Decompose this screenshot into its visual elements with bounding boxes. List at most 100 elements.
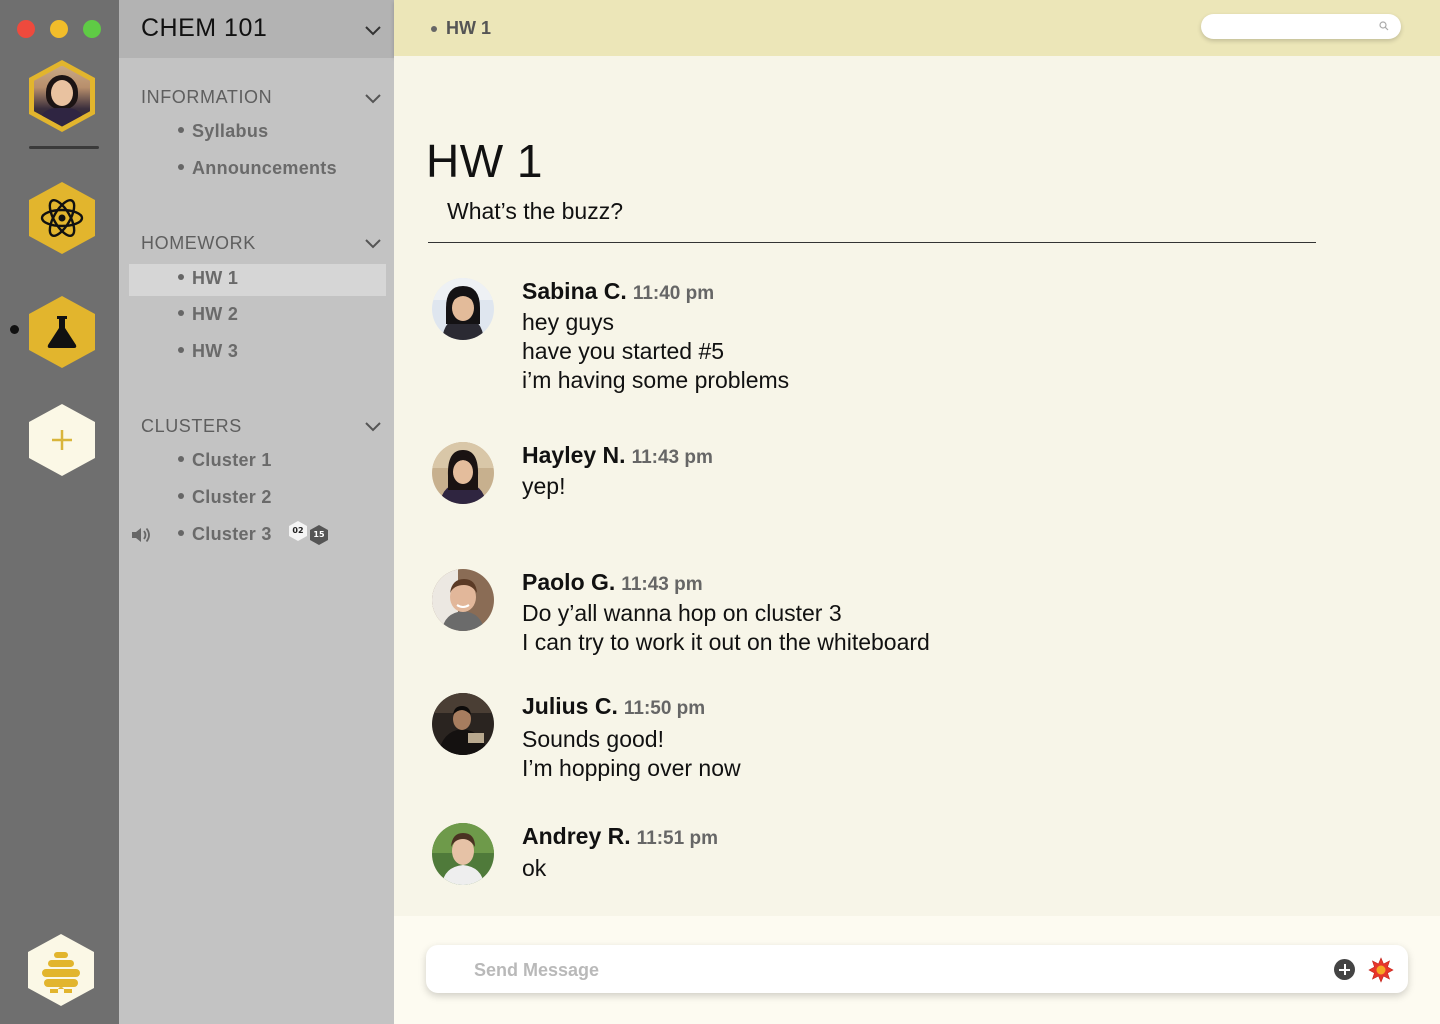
message-composer[interactable] <box>426 945 1408 993</box>
sidebar-item-syllabus[interactable]: Syllabus <box>129 117 386 149</box>
message-line: have you started #5 <box>522 338 725 364</box>
avatar[interactable] <box>432 693 494 755</box>
bullet-icon <box>178 347 184 353</box>
chemistry-course-button[interactable] <box>29 296 95 368</box>
message-line: Do y’all wanna hop on cluster 3 <box>522 600 842 626</box>
bullet-icon <box>178 127 184 133</box>
add-attachment-icon[interactable] <box>1334 959 1355 980</box>
window-close-button[interactable] <box>17 20 35 38</box>
atom-icon <box>40 199 84 237</box>
sidebar-item-hw1[interactable]: HW 1 <box>129 264 386 296</box>
message-input[interactable] <box>472 955 1296 985</box>
message-author: Julius C. 11:50 pm <box>522 693 705 720</box>
message-line: hey guys <box>522 309 615 335</box>
bullet-icon <box>178 310 184 316</box>
message-author: Sabina C. 11:40 pm <box>522 278 714 305</box>
sidebar-item-cluster3[interactable]: Cluster 3 02 15 <box>129 520 386 552</box>
hive-home-button[interactable] <box>28 934 94 1006</box>
plus-icon <box>52 430 72 450</box>
message-timestamp: 11:43 pm <box>631 447 713 468</box>
message-body: ok <box>522 854 546 883</box>
sidebar-item-label: HW 1 <box>192 268 239 288</box>
message-author: Hayley N. 11:43 pm <box>522 442 713 469</box>
flask-icon <box>47 316 77 348</box>
avatar[interactable] <box>432 442 494 504</box>
message-timestamp: 11:40 pm <box>632 283 715 304</box>
message-author: Paolo G. 11:43 pm <box>522 569 703 596</box>
bullet-icon <box>178 274 184 280</box>
chevron-down-icon[interactable] <box>364 238 382 250</box>
message-line: I’m hopping over now <box>522 755 741 781</box>
server-rail <box>0 0 119 1024</box>
divider <box>428 242 1316 243</box>
message-body: Sounds good! I’m hopping over now <box>522 725 741 783</box>
chevron-down-icon[interactable] <box>364 25 382 37</box>
message-line: i’m having some problems <box>522 367 790 393</box>
course-title: CHEM 101 <box>141 14 268 42</box>
sidebar-item-label: Announcements <box>192 158 337 178</box>
message-author: Andrey R. 11:51 pm <box>522 823 718 850</box>
chevron-down-icon[interactable] <box>364 421 382 433</box>
search-icon <box>1379 21 1389 31</box>
sidebar-item-cluster2[interactable]: Cluster 2 <box>129 483 386 515</box>
member-count-badge: 15 <box>310 525 328 545</box>
chevron-down-icon[interactable] <box>364 93 382 105</box>
avatar[interactable] <box>432 278 494 340</box>
sidebar-item-label: Cluster 2 <box>192 487 272 507</box>
beehive-icon <box>42 952 80 993</box>
breadcrumb: HW 1 <box>446 18 491 38</box>
course-header[interactable]: CHEM 101 <box>119 0 394 58</box>
avatar[interactable] <box>432 569 494 631</box>
message-body: yep! <box>522 472 565 501</box>
author-name: Julius C. <box>522 693 618 719</box>
member-count-badge: 02 <box>289 521 307 541</box>
bullet-icon <box>178 530 184 536</box>
physics-course-button[interactable] <box>29 182 95 254</box>
user-avatar-icon <box>34 65 90 127</box>
sidebar-item-label: Syllabus <box>192 121 269 141</box>
author-name: Hayley N. <box>522 442 626 468</box>
bullet-icon <box>178 493 184 499</box>
author-name: Paolo G. <box>522 569 616 595</box>
top-bar: HW 1 <box>394 0 1440 56</box>
channel-sidebar: CHEM 101 INFORMATION Syllabus Announceme… <box>119 0 394 1024</box>
sidebar-item-label: Cluster 3 <box>192 524 272 544</box>
message-timestamp: 11:43 pm <box>621 574 703 595</box>
bullet-icon <box>178 456 184 462</box>
sidebar-item-announcements[interactable]: Announcements <box>129 154 386 186</box>
page-subtitle: What’s the buzz? <box>447 198 624 224</box>
rail-divider <box>29 146 99 149</box>
sidebar-item-label: HW 3 <box>192 341 239 361</box>
speaker-icon <box>132 527 150 543</box>
reaction-burst-icon[interactable] <box>1368 957 1394 983</box>
bullet-icon <box>178 164 184 170</box>
avatar[interactable] <box>432 823 494 885</box>
section-homework-title[interactable]: HOMEWORK <box>141 233 256 254</box>
add-course-button[interactable] <box>29 404 95 476</box>
message-timestamp: 11:50 pm <box>623 698 706 719</box>
message-body: Do y’all wanna hop on cluster 3 I can tr… <box>522 599 930 657</box>
message-line: yep! <box>522 473 566 499</box>
section-clusters-title[interactable]: CLUSTERS <box>141 416 242 437</box>
message-body: hey guys have you started #5 i’m having … <box>522 308 789 395</box>
message-line: ok <box>522 855 547 881</box>
active-indicator <box>10 325 19 334</box>
message-line: Sounds good! <box>522 726 664 752</box>
message-timestamp: 11:51 pm <box>636 828 718 849</box>
message-line: I can try to work it out on the whiteboa… <box>522 629 930 655</box>
window-minimize-button[interactable] <box>50 20 68 38</box>
page-title: HW 1 <box>426 135 543 187</box>
author-name: Sabina C. <box>522 278 627 304</box>
sidebar-item-hw3[interactable]: HW 3 <box>129 337 386 369</box>
message-pane: HW 1 What’s the buzz? Sabina C. 11:40 pm … <box>394 56 1440 916</box>
sidebar-item-label: HW 2 <box>192 304 239 324</box>
search-input[interactable] <box>1201 14 1401 39</box>
sidebar-item-hw2[interactable]: HW 2 <box>129 300 386 332</box>
sidebar-item-cluster1[interactable]: Cluster 1 <box>129 446 386 478</box>
window-maximize-button[interactable] <box>83 20 101 38</box>
section-information-title[interactable]: INFORMATION <box>141 87 272 108</box>
author-name: Andrey R. <box>522 823 631 849</box>
sidebar-item-label: Cluster 1 <box>192 450 272 470</box>
bullet-icon <box>431 26 437 32</box>
profile-avatar-button[interactable] <box>29 60 95 132</box>
